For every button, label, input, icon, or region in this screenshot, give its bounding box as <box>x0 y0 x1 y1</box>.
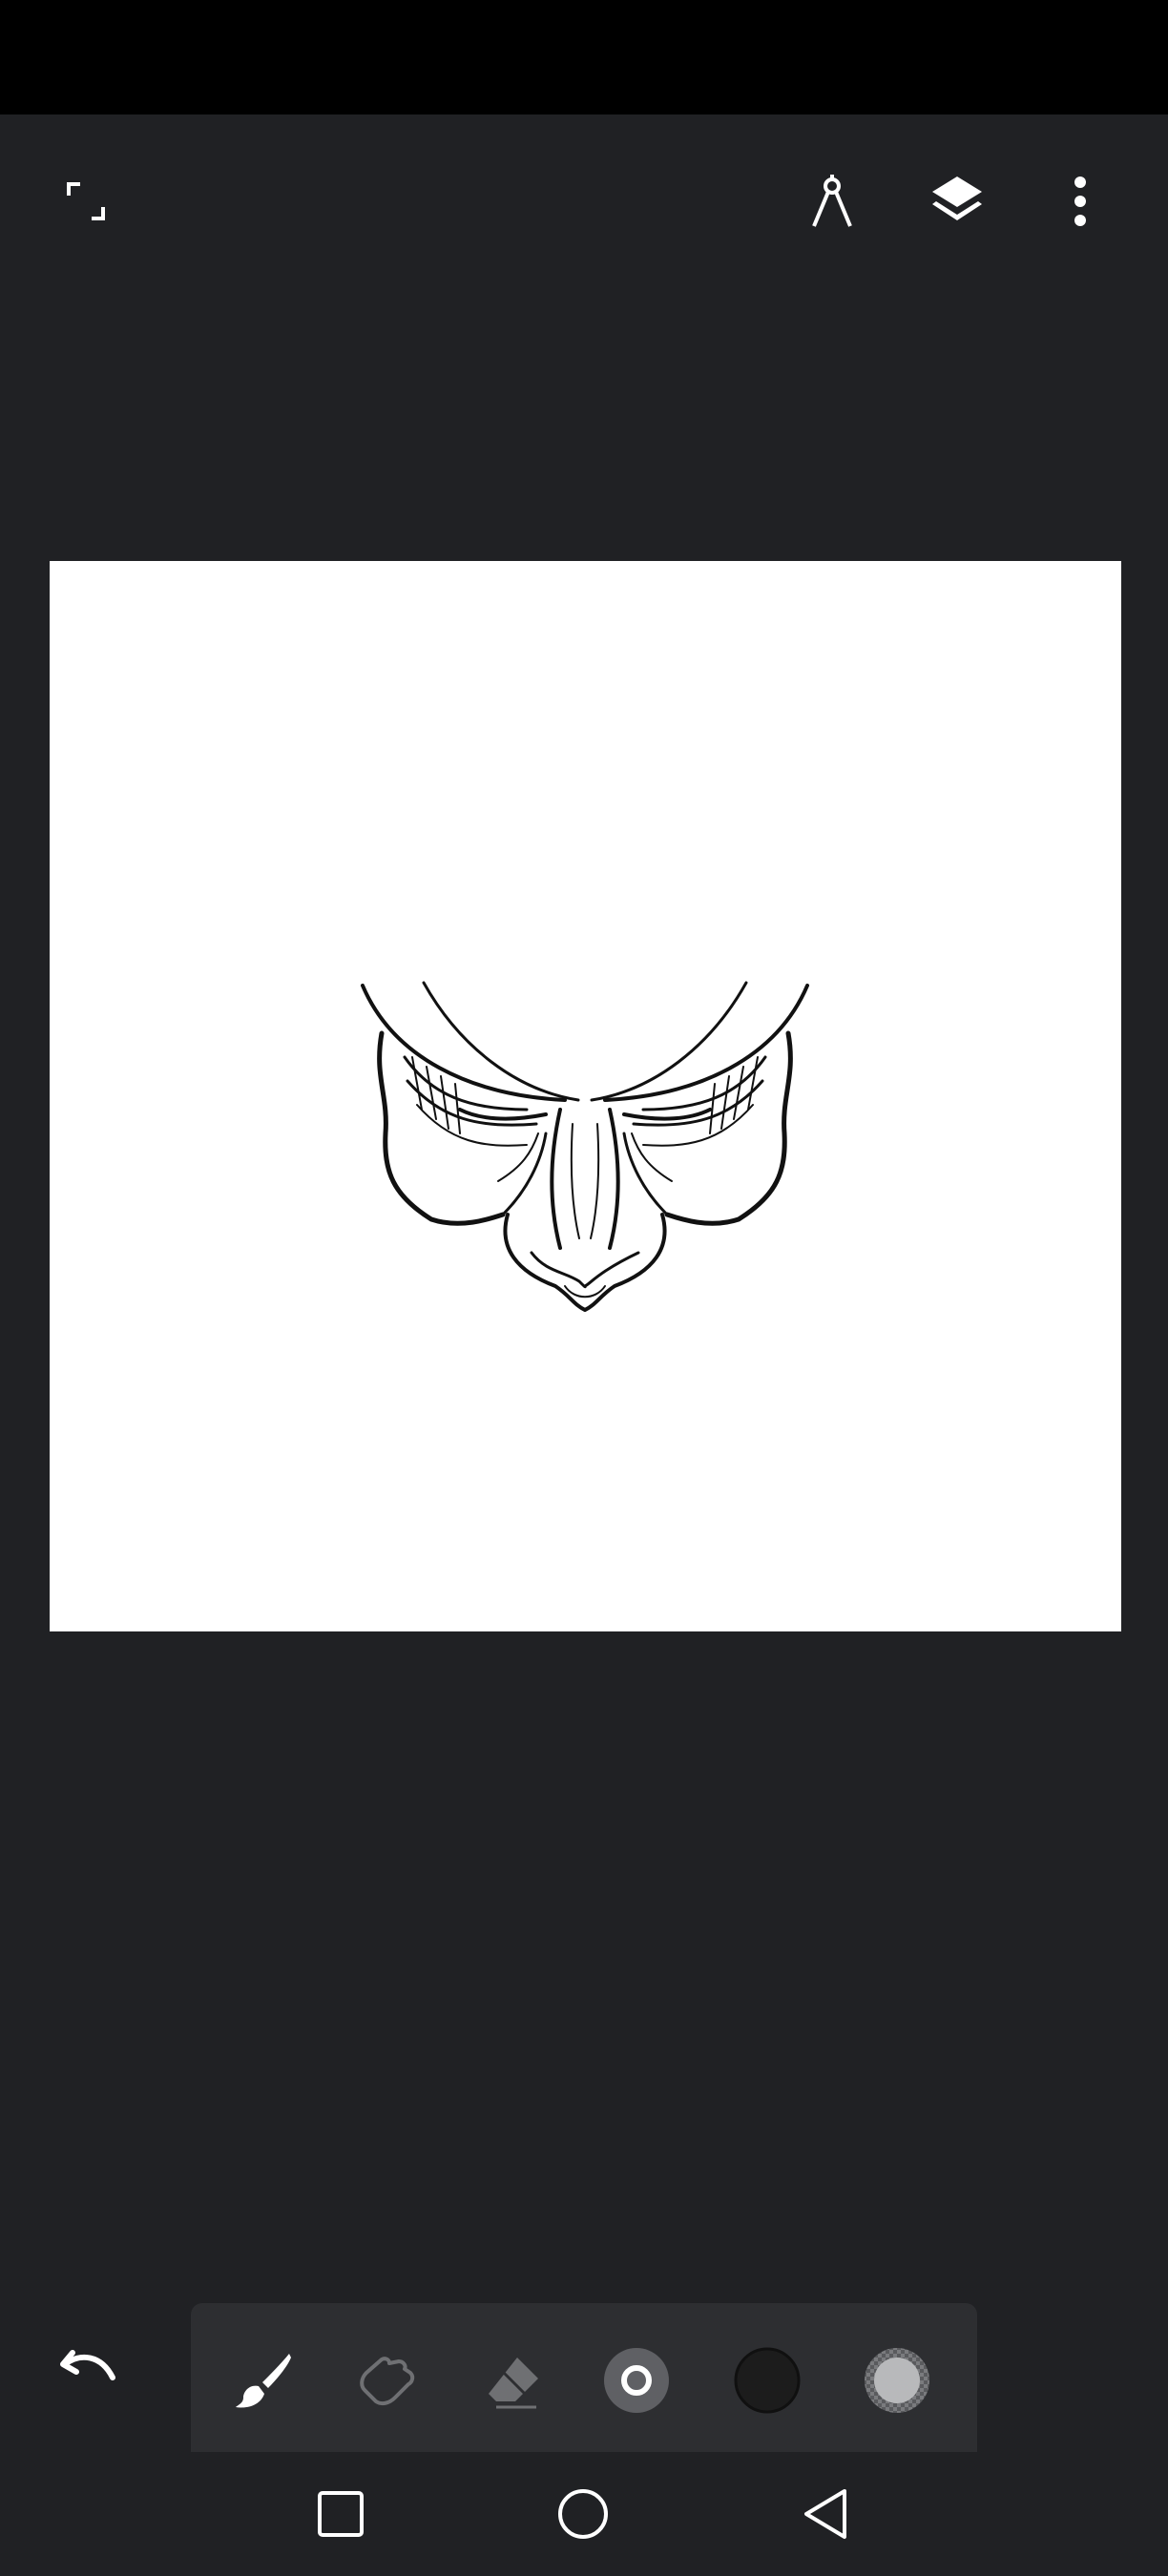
back-triangle-icon <box>804 2489 846 2539</box>
fullscreen-toggle-icon[interactable] <box>40 156 132 247</box>
brush-icon <box>236 2354 291 2408</box>
app-toolbar <box>0 114 1168 296</box>
brush-size-button[interactable] <box>595 2339 678 2421</box>
brush-tool-button[interactable] <box>223 2339 305 2421</box>
undo-icon <box>60 2350 115 2380</box>
home-button[interactable] <box>540 2471 626 2557</box>
eraser-tool-button[interactable] <box>472 2339 554 2421</box>
opacity-icon <box>865 2348 929 2413</box>
drawing-canvas[interactable] <box>50 561 1121 1631</box>
brush-size-icon <box>604 2348 669 2413</box>
home-circle-icon <box>558 2489 608 2539</box>
undo-button[interactable] <box>42 2320 134 2412</box>
tool-tray <box>191 2303 977 2456</box>
smudge-tool-button[interactable] <box>346 2339 428 2421</box>
more-vert-icon[interactable] <box>1034 156 1126 247</box>
recents-button[interactable] <box>298 2471 384 2557</box>
back-button[interactable] <box>782 2471 868 2557</box>
color-picker-button[interactable] <box>726 2339 808 2421</box>
eraser-icon <box>489 2358 538 2409</box>
smudge-icon <box>360 2357 415 2406</box>
line-art-face <box>361 981 809 1312</box>
recents-square-icon <box>318 2491 364 2537</box>
system-navigation-bar <box>0 2452 1168 2576</box>
color-swatch-icon <box>734 2347 801 2414</box>
opacity-button[interactable] <box>856 2339 938 2421</box>
status-bar <box>0 0 1168 114</box>
compass-ruler-icon[interactable] <box>786 156 878 247</box>
layers-icon[interactable] <box>911 156 1003 247</box>
